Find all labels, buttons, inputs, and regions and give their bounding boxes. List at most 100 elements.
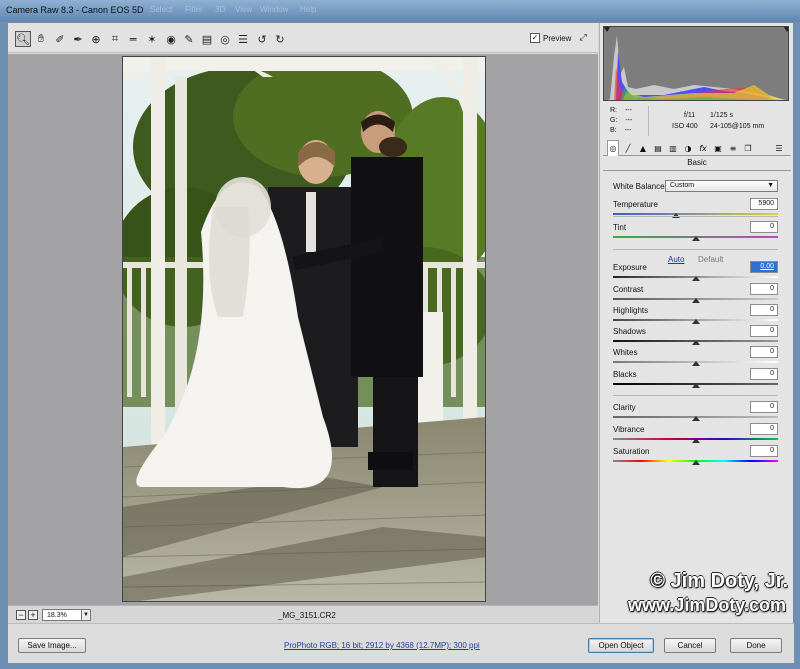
slider-thumb[interactable]	[691, 383, 700, 388]
histogram-graph	[604, 27, 788, 100]
slider-value-field[interactable]: 0	[750, 221, 778, 233]
zoom-in-button[interactable]: +	[28, 610, 38, 620]
bottom-bar: Save Image... ProPhoto RGB; 16 bit; 2912…	[8, 623, 794, 663]
slider-label: Highlights	[613, 306, 649, 315]
slider-value-field[interactable]: 0	[750, 423, 778, 435]
lens-value: 24-105@105 mm	[710, 123, 765, 130]
crop-tool-icon[interactable]: ⌗	[107, 31, 123, 47]
toolbar: 🔍︎ ✋︎ ✐ ✒ ⊕ ⌗ ═ ✶ ◉ ✎ ▤ ◎ ☰ ↺ ↻ ✓ Previe…	[8, 23, 598, 53]
white-balance-select[interactable]: Custom ▼	[665, 180, 778, 192]
window-title: Camera Raw 8.3 - Canon EOS 5D	[6, 5, 144, 15]
radial-filter-icon[interactable]: ◎	[217, 31, 233, 47]
graduated-filter-icon[interactable]: ▤	[199, 31, 215, 47]
slider-thumb[interactable]	[691, 298, 700, 303]
slider-track[interactable]	[613, 213, 778, 215]
camera-calibration-tab-icon[interactable]: ▣	[712, 142, 724, 154]
detail-tab-icon[interactable]: ▲	[637, 142, 649, 154]
color-sampler-tool-icon[interactable]: ✒	[70, 31, 86, 47]
preferences-icon[interactable]: ☰	[235, 31, 251, 47]
b-label: B: ---	[610, 127, 632, 134]
slider-thumb[interactable]	[691, 340, 700, 345]
slider-value-field[interactable]: 5900	[750, 198, 778, 210]
slider-label: Tint	[613, 223, 627, 232]
slider-value-field[interactable]: 0	[750, 445, 778, 457]
save-image-button[interactable]: Save Image...	[18, 638, 86, 653]
adjustments-panel: R: --- G: --- B: --- f/11 1/125 s ISO 40…	[599, 23, 793, 623]
slider-value-field[interactable]: 0.00	[750, 261, 778, 273]
slider-thumb[interactable]	[691, 416, 700, 421]
zoom-level-field[interactable]: 18.3%	[42, 609, 82, 621]
slider-label: Clarity	[613, 403, 636, 412]
slider-label: Shadows	[613, 327, 646, 336]
aperture-value: f/11	[684, 112, 696, 119]
zoom-out-button[interactable]: −	[16, 610, 26, 620]
panel-tabs: ◎ ╱ ▲ ▤ ▥ ◑ fx ▣ ≡ ❐ ☰	[603, 140, 791, 156]
slider-label: Temperature	[613, 200, 658, 209]
slider-value-field[interactable]: 0	[750, 401, 778, 413]
cancel-button[interactable]: Cancel	[664, 638, 716, 653]
slider-thumb[interactable]	[691, 361, 700, 366]
divider	[613, 216, 778, 217]
presets-tab-icon[interactable]: ≡	[727, 142, 739, 154]
zoom-dropdown-icon[interactable]: ▼	[81, 609, 91, 621]
workflow-options-link[interactable]: ProPhoto RGB; 16 bit; 2912 by 4368 (12.7…	[284, 641, 480, 650]
bg-menu-item: View	[235, 5, 253, 14]
straighten-tool-icon[interactable]: ═	[125, 31, 141, 47]
iso-value: ISO 400	[672, 123, 698, 130]
bg-menu-item: Filter	[185, 5, 203, 14]
bg-menu-item: Window	[260, 5, 289, 14]
slider-value-field[interactable]: 0	[750, 283, 778, 295]
photo-preview	[122, 56, 486, 602]
chevron-down-icon: ▼	[767, 182, 774, 189]
preview-canvas[interactable]	[8, 54, 598, 605]
slider-thumb[interactable]	[691, 319, 700, 324]
basic-tab-icon[interactable]: ◎	[607, 140, 619, 156]
done-button[interactable]: Done	[730, 638, 782, 653]
slider-thumb[interactable]	[691, 276, 700, 281]
spot-removal-tool-icon[interactable]: ✶	[144, 31, 160, 47]
white-balance-label: White Balance:	[613, 182, 667, 191]
preview-toggle[interactable]: ✓ Preview ⤢	[530, 33, 587, 43]
preview-label: Preview	[543, 33, 572, 43]
slider-value-field[interactable]: 0	[750, 304, 778, 316]
title-bar: Camera Raw 8.3 - Canon EOS 5D Select Fil…	[0, 0, 800, 22]
filename-label: _MG_3151.CR2	[278, 611, 336, 620]
slider-value-field[interactable]: 0	[750, 325, 778, 337]
slider-thumb[interactable]	[691, 460, 700, 465]
lens-corrections-tab-icon[interactable]: ◑	[682, 142, 694, 154]
bg-menu-item: Select	[150, 5, 173, 14]
bg-menu-item: 3D	[215, 5, 226, 14]
effects-tab-icon[interactable]: fx	[697, 142, 709, 154]
preview-checkbox[interactable]: ✓	[530, 33, 540, 43]
white-balance-tool-icon[interactable]: ✐	[52, 31, 68, 47]
targeted-adjustment-tool-icon[interactable]: ⊕	[88, 31, 104, 47]
slider-label: Saturation	[613, 447, 650, 456]
default-link[interactable]: Default	[698, 255, 723, 264]
split-toning-tab-icon[interactable]: ▥	[667, 142, 679, 154]
section-title: Basic	[687, 158, 707, 167]
g-label: G: ---	[610, 117, 633, 124]
adjustment-brush-icon[interactable]: ✎	[181, 31, 197, 47]
white-balance-value: Custom	[670, 182, 695, 189]
rotate-ccw-icon[interactable]: ↺	[254, 31, 270, 47]
slider-value-field[interactable]: 0	[750, 368, 778, 380]
hsl-tab-icon[interactable]: ▤	[652, 142, 664, 154]
open-object-button[interactable]: Open Object	[588, 638, 654, 653]
slider-label: Vibrance	[613, 425, 645, 434]
hand-tool-icon[interactable]: ✋︎	[33, 31, 49, 47]
fullscreen-icon[interactable]: ⤢	[579, 33, 586, 43]
slider-thumb[interactable]	[691, 236, 700, 241]
readout-info: R: --- G: --- B: --- f/11 1/125 s ISO 40…	[600, 104, 794, 140]
panel-menu-icon[interactable]: ☰	[773, 142, 785, 154]
zoom-tool-icon[interactable]: 🔍︎	[15, 31, 31, 47]
slider-thumb[interactable]	[691, 438, 700, 443]
snapshots-tab-icon[interactable]: ❐	[742, 142, 754, 154]
slider-label: Contrast	[613, 285, 644, 294]
rotate-cw-icon[interactable]: ↻	[272, 31, 288, 47]
red-eye-tool-icon[interactable]: ◉	[163, 31, 179, 47]
auto-link[interactable]: Auto	[668, 255, 684, 264]
slider-value-field[interactable]: 0	[750, 346, 778, 358]
slider-label: Blacks	[613, 370, 637, 379]
tone-curve-tab-icon[interactable]: ╱	[622, 142, 634, 154]
watermark-website: www.JimDoty.com	[627, 595, 786, 615]
